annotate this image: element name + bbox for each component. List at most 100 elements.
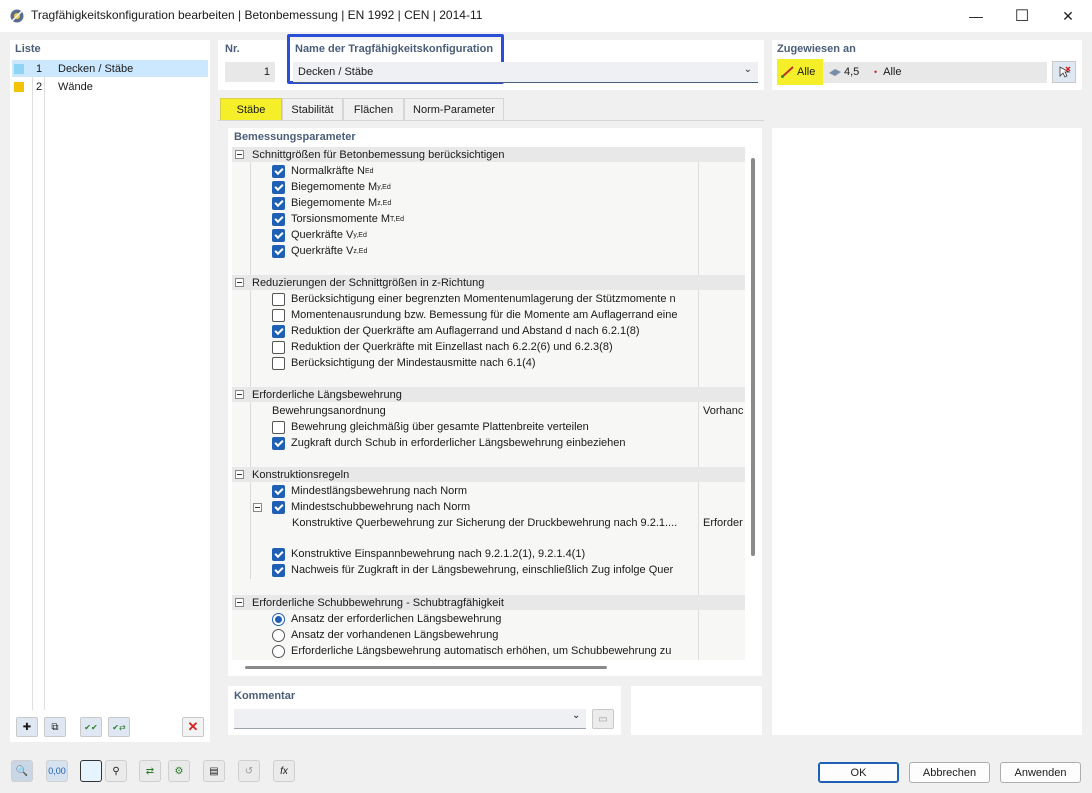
param-row[interactable]: Konstruktive Einspannbewehrung nach 9.2.… (272, 546, 698, 562)
checkbox[interactable] (272, 484, 285, 498)
chevron-down-icon[interactable]: ⌄ (572, 710, 580, 721)
group-header[interactable]: Reduzierungen der Schnittgrößen in z-Ric… (232, 275, 745, 290)
checkbox[interactable] (272, 164, 285, 178)
minimize-button[interactable]: — (953, 0, 999, 32)
checkbox[interactable] (272, 436, 285, 450)
color-box-icon[interactable] (80, 760, 102, 782)
group-header[interactable]: Erforderliche Schubbewehrung - Schubtrag… (232, 595, 745, 610)
select-pick-icon[interactable] (1052, 61, 1076, 83)
list-header: Liste (15, 43, 41, 55)
transfer-icon[interactable]: ⇄ (139, 760, 161, 782)
group-header[interactable]: Erforderliche Längsbewehrung (232, 387, 745, 402)
param-row[interactable]: Reduktion der Querkräfte am Auflagerrand… (272, 323, 698, 339)
list-item[interactable]: 2 Wände (12, 78, 208, 95)
checkbox[interactable] (272, 356, 285, 370)
param-row[interactable]: Momentenausrundung bzw. Bemessung für di… (272, 307, 698, 323)
cancel-button[interactable]: Abbrechen (909, 762, 990, 783)
check-all-icon[interactable]: ✔✔ (80, 717, 102, 737)
surfaces-assignment[interactable]: 4,5 (828, 66, 859, 78)
param-row[interactable]: Erforderliche Längsbewehrung automatisch… (272, 643, 698, 659)
checkbox[interactable] (272, 244, 285, 258)
info-panel (772, 128, 1082, 735)
members-assignment[interactable]: Alle (781, 66, 815, 78)
nodes-assignment[interactable]: • Alle (874, 66, 902, 78)
name-combobox[interactable]: Decken / Stäbe ⌄ (293, 62, 758, 83)
close-button[interactable]: ✕ (1045, 0, 1091, 32)
reset-icon[interactable]: ↺ (238, 760, 260, 782)
copy-item-icon[interactable]: ⧉ (44, 717, 66, 737)
checkbox[interactable] (272, 212, 285, 226)
param-row[interactable]: Mindestschubbewehrung nach Norm (272, 499, 698, 515)
param-row[interactable]: Ansatz der erforderlichen Längsbewehrung (272, 611, 698, 627)
comment-library-icon[interactable]: ▭ (592, 709, 614, 729)
settings-icon[interactable]: ⚙ (168, 760, 190, 782)
number-format-icon[interactable]: 0,00 (46, 760, 68, 782)
surface-icon (829, 69, 841, 76)
param-value[interactable]: Vorhanc (703, 403, 745, 419)
param-label: Konstruktive Einspannbewehrung nach 9.2.… (291, 548, 586, 560)
param-row[interactable]: Mindestlängsbewehrung nach Norm (272, 483, 698, 499)
radio-button[interactable] (272, 612, 285, 626)
value-column-divider (698, 147, 699, 660)
checkbox[interactable] (272, 308, 285, 322)
delete-icon[interactable]: ✕ (182, 717, 204, 737)
param-row[interactable]: Ansatz der vorhandenen Längsbewehrung (272, 627, 698, 643)
checkbox[interactable] (272, 324, 285, 338)
param-row[interactable]: Normalkräfte N Ed (272, 163, 374, 179)
checkbox[interactable] (272, 340, 285, 354)
collapse-icon[interactable] (235, 150, 244, 159)
ok-button[interactable]: OK (818, 762, 899, 783)
checkbox[interactable] (272, 196, 285, 210)
tab-staebe[interactable]: Stäbe (220, 98, 282, 120)
tab-stabilitaet[interactable]: Stabilität (282, 98, 343, 120)
checkbox[interactable] (272, 292, 285, 306)
param-row[interactable]: Nachweis für Zugkraft in der Längsbewehr… (272, 562, 698, 578)
param-row[interactable]: Biegemomente Mz,Ed (272, 195, 391, 211)
collapse-icon[interactable] (235, 470, 244, 479)
group-header[interactable]: Konstruktionsregeln (232, 467, 745, 482)
param-subscript: y,Ed (377, 183, 391, 191)
param-row[interactable]: Bewehrung gleichmäßig über gesamte Platt… (272, 419, 698, 435)
param-subscript: z,Ed (377, 199, 392, 207)
comment-input[interactable] (234, 709, 586, 729)
param-row[interactable]: Berücksichtigung der Mindestausmitte nac… (272, 355, 698, 371)
list-item[interactable]: 1 Decken / Stäbe (12, 60, 208, 77)
collapse-icon[interactable] (235, 278, 244, 287)
param-label: Momentenausrundung bzw. Bemessung für di… (291, 309, 678, 321)
collapse-icon[interactable] (235, 598, 244, 607)
table-icon[interactable]: ▤ (203, 760, 225, 782)
checkbox[interactable] (272, 228, 285, 242)
param-row[interactable]: Berücksichtigung einer begrenzten Moment… (272, 291, 698, 307)
vertical-scrollbar[interactable] (751, 158, 755, 556)
chevron-down-icon[interactable]: ⌄ (744, 64, 752, 75)
search-icon[interactable]: 🔍 (11, 760, 33, 782)
collapse-icon[interactable] (253, 503, 262, 512)
checkbox[interactable] (272, 420, 285, 434)
param-row[interactable]: Querkräfte Vy,Ed (272, 227, 367, 243)
param-row[interactable]: Reduktion der Querkräfte mit Einzellast … (272, 339, 698, 355)
checkbox[interactable] (272, 563, 285, 577)
maximize-button[interactable]: ☐ (999, 0, 1045, 32)
text-axis-icon[interactable]: ⚲ (105, 760, 127, 782)
member-icon (781, 66, 794, 78)
checkbox[interactable] (272, 500, 285, 514)
param-row[interactable]: Querkräfte Vz,Ed (272, 243, 367, 259)
param-value[interactable]: Erforder (703, 515, 745, 531)
param-row[interactable]: Torsionsmomente M T,Ed (272, 211, 404, 227)
checkbox[interactable] (272, 180, 285, 194)
horizontal-scrollbar[interactable] (245, 666, 607, 669)
radio-button[interactable] (272, 628, 285, 642)
collapse-icon[interactable] (235, 390, 244, 399)
formula-icon[interactable]: fx (273, 760, 295, 782)
radio-button[interactable] (272, 644, 285, 658)
group-header[interactable]: Schnittgrößen für Betonbemessung berücks… (232, 147, 745, 162)
list-item-label: Wände (58, 80, 93, 93)
param-row[interactable]: Zugkraft durch Schub in erforderlicher L… (272, 435, 698, 451)
param-row[interactable]: Biegemomente My,Ed (272, 179, 391, 195)
check-toggle-icon[interactable]: ✔⇄ (108, 717, 130, 737)
new-item-icon[interactable]: ✚ (16, 717, 38, 737)
checkbox[interactable] (272, 547, 285, 561)
apply-button[interactable]: Anwenden (1000, 762, 1081, 783)
tab-flaechen[interactable]: Flächen (343, 98, 404, 120)
tab-norm-parameter[interactable]: Norm-Parameter (404, 98, 504, 120)
